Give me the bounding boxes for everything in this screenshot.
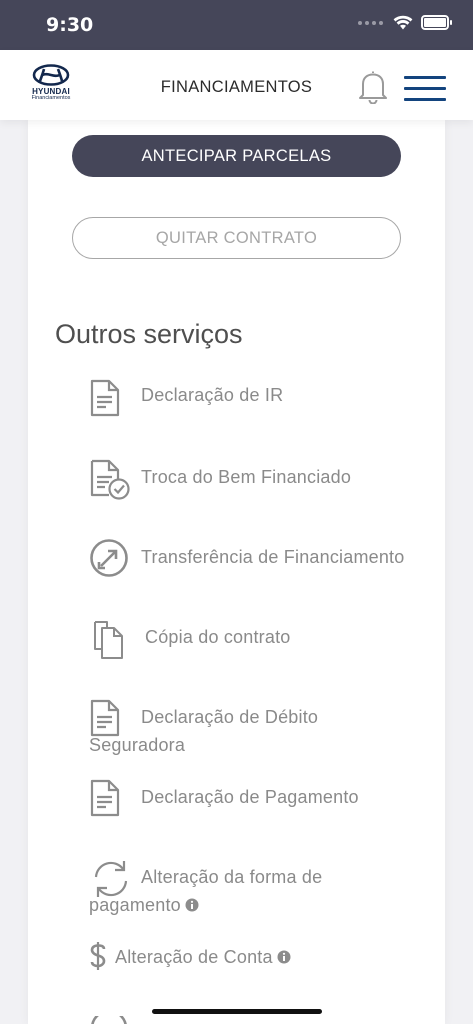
copy-document-icon bbox=[94, 621, 123, 659]
service-item-insurer-debit-declaration[interactable]: Declaração de Débito Seguradora bbox=[89, 699, 409, 759]
transfer-icon bbox=[90, 539, 128, 577]
document-icon bbox=[90, 699, 120, 737]
service-label: Troca do Bem Financiado bbox=[141, 467, 352, 487]
status-icons bbox=[358, 15, 452, 30]
anticipate-installments-button[interactable]: ANTECIPAR PARCELAS bbox=[72, 135, 401, 177]
service-item-payment-declaration[interactable]: Declaração de Pagamento bbox=[89, 779, 409, 817]
status-bar: 9:30 bbox=[0, 0, 473, 50]
battery-icon bbox=[421, 15, 452, 30]
service-item-asset-exchange[interactable]: Troca do Bem Financiado bbox=[89, 459, 409, 500]
service-item-account-change[interactable]: Alteração de Conta bbox=[89, 942, 409, 971]
content-card: ANTECIPAR PARCELAS QUITAR CONTRATO Outro… bbox=[28, 120, 445, 1024]
bell-icon[interactable] bbox=[357, 70, 389, 104]
refresh-icon bbox=[94, 861, 128, 897]
cellular-signal-icon bbox=[358, 20, 383, 25]
dollar-icon bbox=[90, 942, 106, 970]
service-label: Cópia do contrato bbox=[145, 627, 291, 647]
info-icon[interactable] bbox=[185, 898, 199, 912]
info-icon[interactable] bbox=[277, 950, 291, 964]
settle-contract-button[interactable]: QUITAR CONTRATO bbox=[72, 217, 401, 259]
service-item-financing-transfer[interactable]: Transferência de Financiamento bbox=[89, 539, 409, 577]
service-label: Declaração de IR bbox=[141, 385, 284, 405]
status-time: 9:30 bbox=[46, 14, 94, 36]
service-label: Alteração de Conta bbox=[89, 943, 409, 971]
service-label: Declaração de Pagamento bbox=[141, 787, 359, 807]
hamburger-menu-icon[interactable] bbox=[404, 76, 446, 101]
home-indicator[interactable] bbox=[152, 1009, 322, 1014]
service-item-contract-copy[interactable]: Cópia do contrato bbox=[89, 621, 409, 659]
document-check-icon bbox=[90, 459, 130, 500]
service-label: Declaração de Débito Seguradora bbox=[89, 707, 319, 755]
document-icon bbox=[90, 779, 120, 817]
partial-item-icon bbox=[91, 1016, 127, 1024]
service-item-payment-method-change[interactable]: Alteração da forma de pagamento bbox=[89, 861, 409, 919]
service-item-ir-declaration[interactable]: Declaração de IR bbox=[89, 379, 409, 417]
section-title: Outros serviços bbox=[55, 319, 243, 349]
page-title: FINANCIAMENTOS bbox=[160, 78, 313, 96]
document-icon bbox=[90, 379, 120, 417]
app-header: HYUNDAI Financiamentos FINANCIAMENTOS bbox=[0, 50, 473, 120]
service-label-text: Alteração de Conta bbox=[115, 947, 273, 967]
service-label: Alteração da forma de pagamento bbox=[89, 863, 409, 919]
service-label: Transferência de Financiamento bbox=[141, 547, 405, 567]
wifi-icon bbox=[393, 15, 413, 30]
